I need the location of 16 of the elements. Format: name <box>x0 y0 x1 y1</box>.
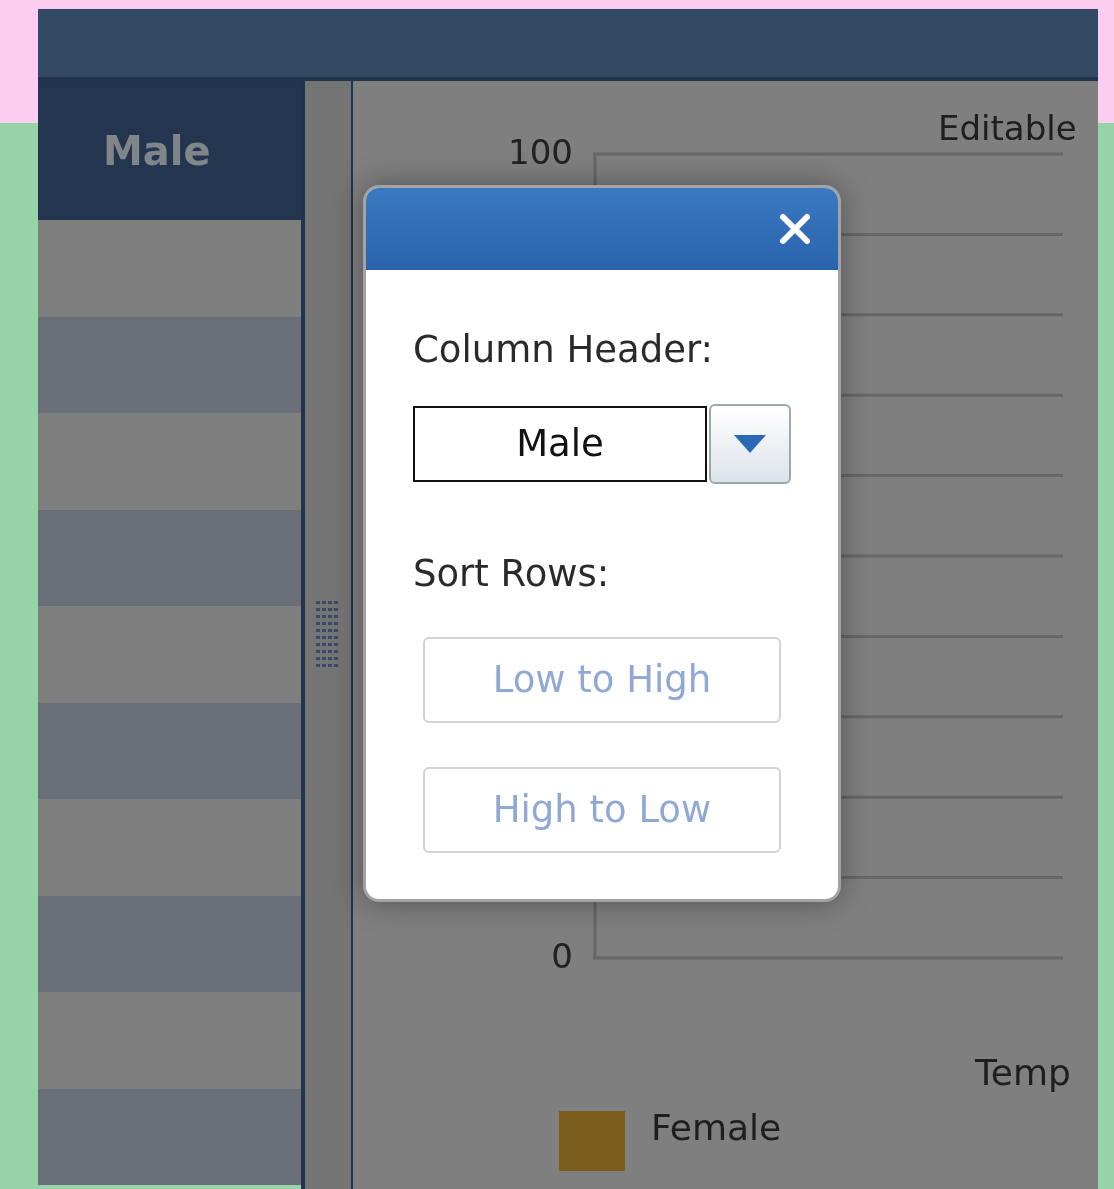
legend-label: Female <box>651 1106 782 1150</box>
sort-button[interactable]: Low to High <box>423 637 781 723</box>
chart-title: Editable <box>938 107 1077 150</box>
close-icon[interactable] <box>778 212 812 246</box>
grip-icon <box>315 600 341 670</box>
x-axis-label: Temp <box>975 1051 1071 1095</box>
sort-button[interactable]: High to Low <box>423 767 781 853</box>
field-label: Column Header: <box>413 327 714 373</box>
y-tick-label: 0 <box>550 935 573 978</box>
column-select-field[interactable]: Male <box>413 405 707 482</box>
caret-icon <box>733 433 767 454</box>
y-tick-label: 100 <box>507 131 573 174</box>
sort-label: Sort Rows: <box>413 550 611 597</box>
dropdown-button[interactable] <box>709 403 791 484</box>
column-header[interactable]: Male <box>38 81 301 220</box>
splitter-handle[interactable] <box>305 81 353 1189</box>
